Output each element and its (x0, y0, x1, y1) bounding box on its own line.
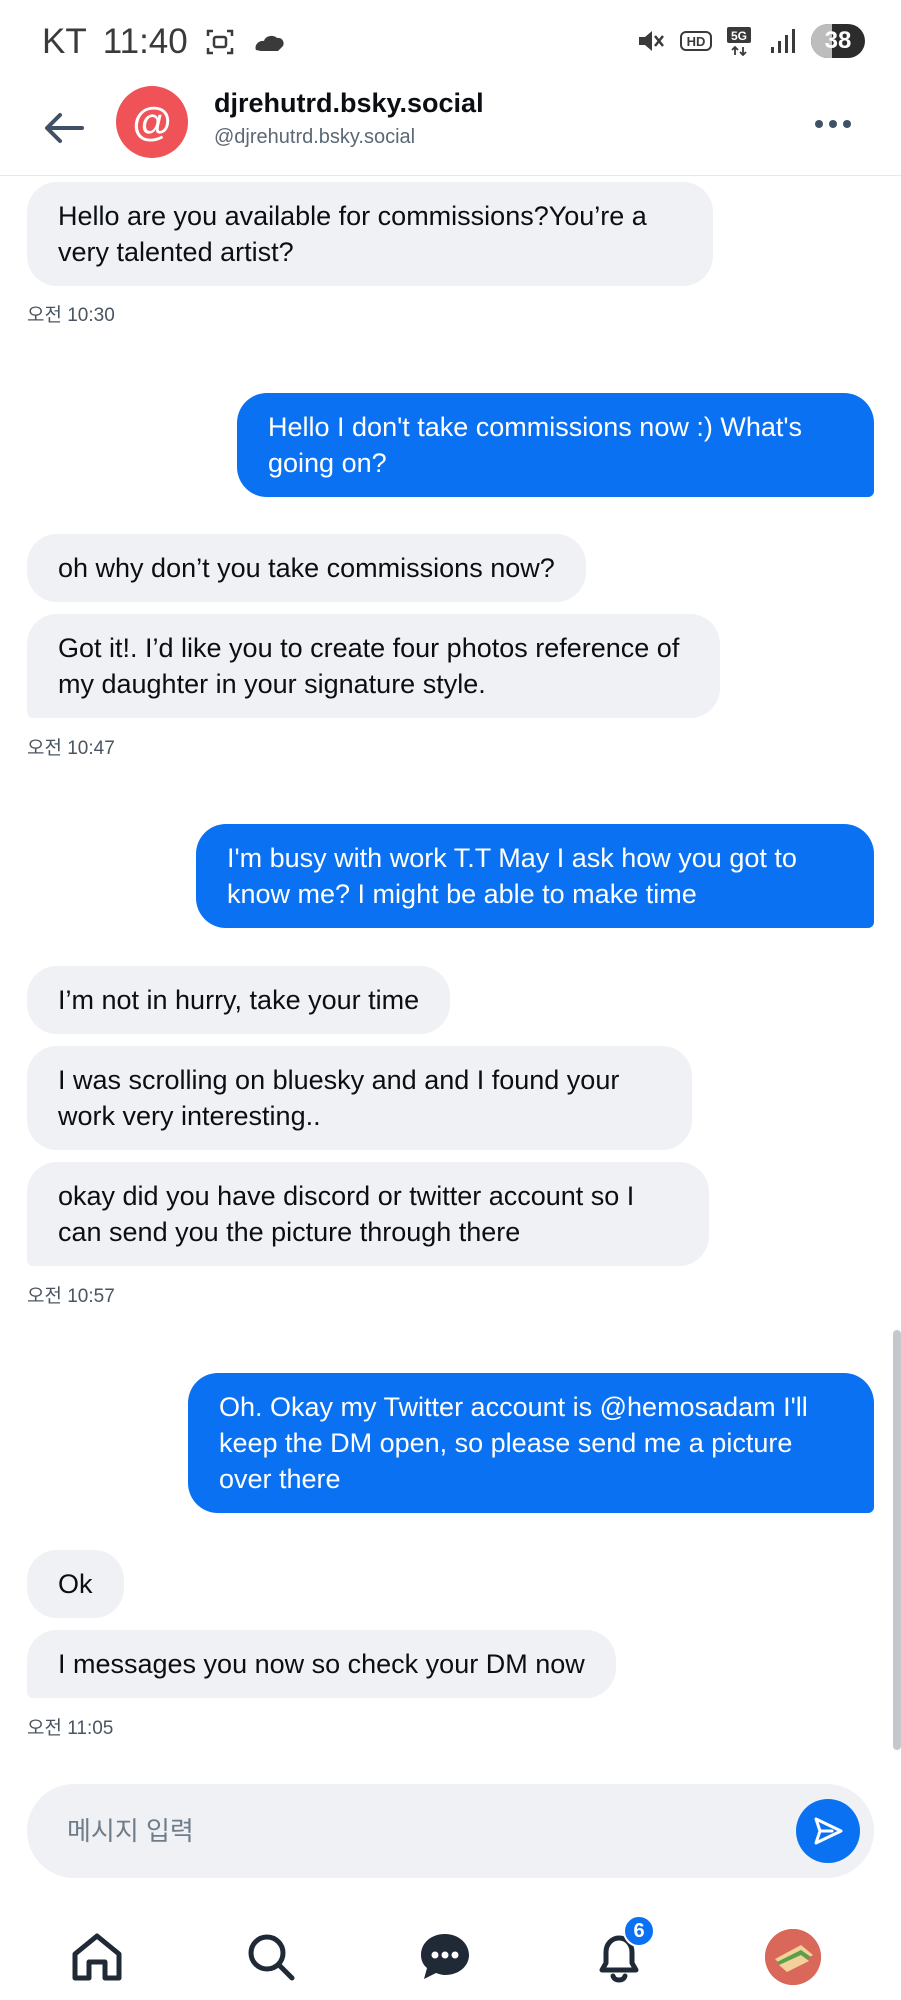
message-bubble-incoming[interactable]: oh why don’t you take commissions now? (27, 534, 586, 602)
carrier-label: KT (42, 22, 87, 61)
message-timestamp: 오전 10:57 (27, 1286, 115, 1307)
avatar-symbol: @ (132, 100, 172, 144)
message-bubble-incoming[interactable]: I was scrolling on bluesky and and I fou… (27, 1046, 692, 1150)
contact-display-name[interactable]: djrehutrd.bsky.social (214, 88, 484, 119)
contact-avatar[interactable]: @ (116, 86, 188, 158)
cloud-icon (252, 26, 284, 58)
scrollbar-thumb[interactable] (893, 1330, 901, 1750)
battery-indicator: 38 (811, 24, 865, 58)
send-icon (814, 1817, 843, 1845)
hd-icon: HD (679, 25, 712, 57)
ellipsis-icon (815, 120, 851, 128)
message-composer (27, 1784, 874, 1878)
notification-badge: 6 (623, 1915, 655, 1947)
hd-label: HD (687, 34, 706, 49)
profile-avatar (765, 1929, 821, 1985)
message-bubble-incoming[interactable]: Got it!. I’d like you to create four pho… (27, 614, 720, 718)
home-icon (72, 1933, 122, 1981)
more-options-button[interactable] (809, 104, 857, 144)
message-bubble-outgoing[interactable]: Hello I don't take commissions now :) Wh… (237, 393, 874, 497)
nav-home[interactable] (67, 1927, 127, 1987)
message-bubble-incoming[interactable]: I’m not in hurry, take your time (27, 966, 451, 1034)
battery-level: 38 (824, 27, 852, 54)
status-left: KT 11:40 (42, 22, 284, 62)
clock: 11:40 (102, 22, 188, 61)
message-bubble-incoming[interactable]: Ok (27, 1550, 124, 1618)
network-label: 5G (731, 29, 747, 43)
message-bubble-incoming[interactable]: okay did you have discord or twitter acc… (27, 1162, 709, 1266)
nav-profile[interactable] (763, 1927, 823, 1987)
nav-notifications[interactable]: 6 (589, 1915, 655, 1987)
nav-search[interactable] (241, 1927, 301, 1987)
status-right: HD 5G 38 (635, 24, 865, 58)
status-bar: KT 11:40 HD 5G 38 (0, 0, 901, 86)
nav-chat[interactable] (415, 1927, 475, 1987)
conversation-header: @ djrehutrd.bsky.social @djrehutrd.bsky.… (0, 86, 901, 176)
send-button[interactable] (796, 1799, 860, 1863)
5g-icon: 5G (723, 25, 755, 57)
screenshot-icon (204, 26, 236, 58)
message-list[interactable]: Hello are you available for commissions?… (0, 177, 901, 1757)
mute-icon (635, 25, 667, 57)
message-timestamp: 오전 10:30 (27, 305, 115, 326)
contact-handle: @djrehutrd.bsky.social (214, 126, 416, 148)
message-bubble-incoming[interactable]: Hello are you available for commissions?… (27, 182, 713, 286)
message-timestamp: 오전 11:05 (27, 1718, 114, 1739)
message-input[interactable] (67, 1784, 767, 1878)
message-timestamp: 오전 10:47 (27, 738, 115, 759)
message-bubble-incoming[interactable]: I messages you now so check your DM now (27, 1630, 616, 1698)
message-bubble-outgoing[interactable]: Oh. Okay my Twitter account is @hemosada… (188, 1373, 874, 1513)
back-button[interactable] (36, 100, 92, 156)
signal-icon (767, 25, 799, 57)
message-bubble-outgoing[interactable]: I'm busy with work T.T May I ask how you… (196, 824, 874, 928)
arrow-left-icon (45, 113, 84, 143)
bottom-navigation: 6 (0, 1905, 901, 2000)
chat-icon (421, 1934, 469, 1979)
search-icon (248, 1934, 295, 1981)
